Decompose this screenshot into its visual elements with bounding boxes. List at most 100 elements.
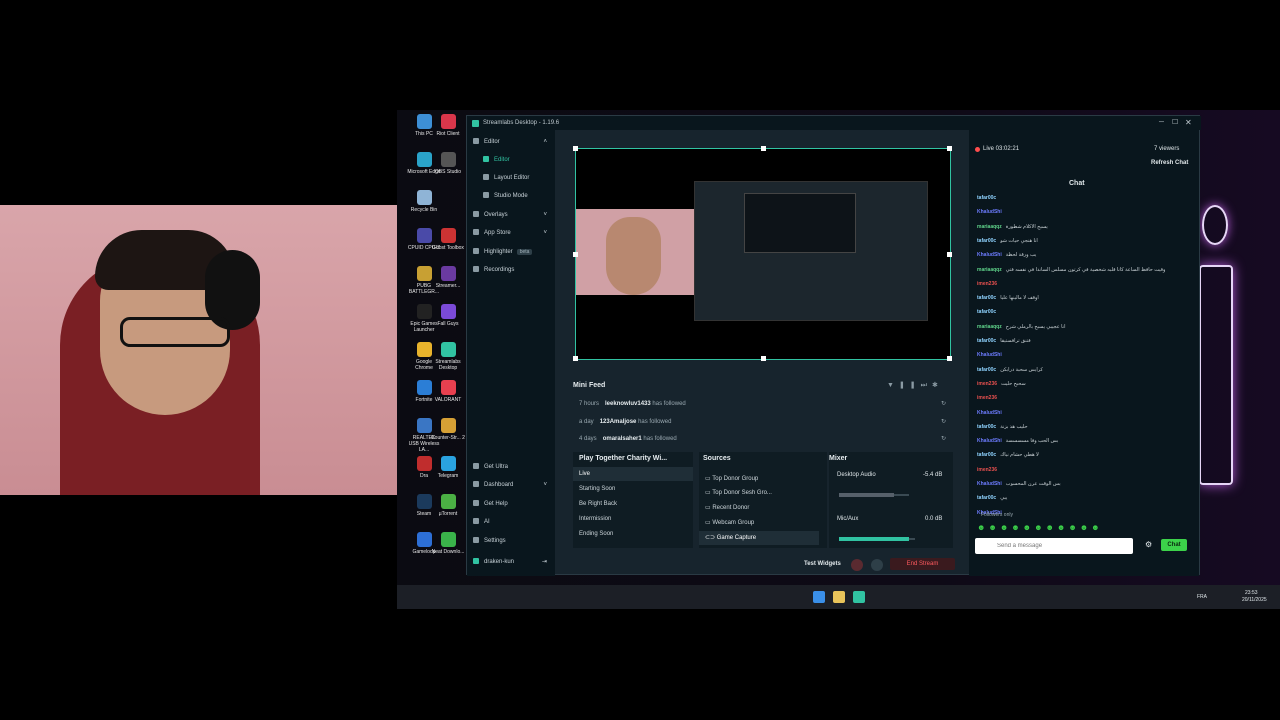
skip-icon[interactable]: ⏭ xyxy=(921,382,932,389)
scene-item[interactable]: Live xyxy=(573,467,693,481)
logout-icon[interactable]: ⇥ xyxy=(542,556,547,568)
source-item[interactable]: ▭ Recent Donor xyxy=(705,501,823,515)
desktop-shortcut[interactable]: VALORANT xyxy=(431,380,465,403)
scenes-title[interactable]: Play Together Charity Wi... xyxy=(579,455,667,462)
pause-icon[interactable]: ❚❚ xyxy=(899,382,921,389)
desktop-shortcut[interactable]: Counter-Str... 2 xyxy=(431,418,465,441)
chat-username[interactable]: tafar00c xyxy=(977,452,996,458)
chat-username[interactable]: imen236 xyxy=(977,395,997,401)
sidebar-item-layout-editor[interactable]: Layout Editor xyxy=(483,172,563,184)
source-item[interactable]: ▭ Webcam Group xyxy=(705,516,823,530)
sidebar-item-get-ultra[interactable]: Get Ultra xyxy=(473,461,553,473)
desktop-shortcut[interactable]: µTorrent xyxy=(431,494,465,517)
sidebar-item-ai[interactable]: AI xyxy=(473,516,553,528)
sidebar-item-dashboard[interactable]: Dashboard ˅ xyxy=(473,479,553,491)
resize-handle[interactable] xyxy=(573,146,578,151)
desktop-shortcut[interactable]: Ghost Toolbox xyxy=(431,228,465,251)
sidebar-item-editor[interactable]: Editor xyxy=(483,154,563,166)
refresh-chat-button[interactable]: Refresh Chat xyxy=(1151,160,1188,166)
file-explorer-icon[interactable] xyxy=(833,591,845,603)
chat-input[interactable] xyxy=(975,538,1133,554)
end-stream-button[interactable]: End Stream xyxy=(890,558,955,570)
scene-item[interactable]: Ending Soon xyxy=(573,527,693,541)
chat-username[interactable]: imen236 xyxy=(977,381,997,387)
chat-username[interactable]: mariaaqqz xyxy=(977,324,1002,330)
shortcut-label: VALORANT xyxy=(434,397,462,403)
chat-username[interactable]: mariaaqqz xyxy=(977,224,1002,230)
sidebar-item-get-help[interactable]: Get Help xyxy=(473,498,553,510)
resize-handle[interactable] xyxy=(573,252,578,257)
sidebar-item-app-store[interactable]: App Store ˅ xyxy=(473,227,553,239)
filter-icon[interactable]: ▼ xyxy=(887,382,899,389)
scene-item[interactable]: Be Right Back xyxy=(573,497,693,511)
desktop-shortcut[interactable]: Streamlabs Desktop xyxy=(431,342,465,371)
taskbar-date[interactable]: 20/11/2025 xyxy=(1242,597,1267,603)
windows-start-icon[interactable] xyxy=(813,591,825,603)
desktop-shortcut[interactable]: Streamer... xyxy=(431,266,465,289)
repeat-icon[interactable]: ↻ xyxy=(941,433,946,445)
chat-username[interactable]: tafar00c xyxy=(977,295,996,301)
chat-username[interactable]: tafar00c xyxy=(977,238,996,244)
maximize-button[interactable]: ☐ xyxy=(1172,116,1178,130)
sidebar-item-settings[interactable]: Settings xyxy=(473,535,553,547)
app-icon xyxy=(440,456,456,471)
close-button[interactable]: ✕ xyxy=(1185,116,1192,130)
replay-button[interactable] xyxy=(871,559,883,571)
sidebar-item-editor-group[interactable]: Editor ˄ xyxy=(473,136,553,148)
chat-username[interactable]: tafar00c xyxy=(977,309,996,315)
source-item[interactable]: ▭ Top Donor Group xyxy=(705,472,823,486)
stream-preview[interactable] xyxy=(573,146,952,361)
desktop-shortcut[interactable]: Neat Downlo... xyxy=(431,532,465,555)
chat-username[interactable]: KhaludShi xyxy=(977,352,1002,358)
chat-username[interactable]: mariaaqqz xyxy=(977,267,1002,273)
settings-icon[interactable]: ✱ xyxy=(932,382,943,389)
streamlabs-taskbar-icon[interactable] xyxy=(853,591,865,603)
minimize-button[interactable]: ─ xyxy=(1159,116,1164,130)
resize-handle[interactable] xyxy=(761,146,766,151)
resize-handle[interactable] xyxy=(947,146,952,151)
chat-username[interactable]: KhaludShi xyxy=(977,252,1002,258)
desktop-audio-slider[interactable] xyxy=(839,493,909,497)
chat-text: انا هنجي حيات شو xyxy=(1000,237,1038,244)
taskbar-time[interactable]: 23:53 xyxy=(1245,590,1258,596)
scene-item[interactable]: Intermission xyxy=(573,512,693,526)
chat-username[interactable]: KhaludShi xyxy=(977,209,1002,215)
test-widgets-button[interactable]: Test Widgets xyxy=(804,561,841,567)
mic-aux-slider[interactable] xyxy=(839,537,915,541)
chat-username[interactable]: tafar00c xyxy=(977,338,996,344)
chat-username[interactable]: tafar00c xyxy=(977,195,996,201)
record-button[interactable] xyxy=(851,559,863,571)
chat-username[interactable]: KhaludShi xyxy=(977,438,1002,444)
sidebar-item-highlighter[interactable]: Highlighter beta xyxy=(473,246,553,258)
repeat-icon[interactable]: ↻ xyxy=(941,398,946,410)
sidebar-item-studio-mode[interactable]: Studio Mode xyxy=(483,190,563,202)
sidebar-item-recordings[interactable]: Recordings xyxy=(473,264,553,276)
resize-handle[interactable] xyxy=(947,252,952,257)
gear-icon[interactable]: ⚙ xyxy=(1145,540,1152,549)
desktop-shortcut[interactable]: Riot Client xyxy=(431,114,465,137)
chat-message: tafar00c حليب هذ بزنة xyxy=(977,423,1028,432)
taskbar-language[interactable]: FRA xyxy=(1197,594,1207,600)
desktop-shortcut[interactable]: Recycle Bin xyxy=(407,190,441,213)
resize-handle[interactable] xyxy=(573,356,578,361)
source-item[interactable]: ▭ Top Donor Sesh Gro... xyxy=(705,486,823,500)
desktop-shortcut[interactable]: OBS Studio xyxy=(431,152,465,175)
chat-username[interactable]: tafar00c xyxy=(977,367,996,373)
chat-username[interactable]: tafar00c xyxy=(977,424,996,430)
chat-username[interactable]: KhaludShi xyxy=(977,481,1002,487)
chat-username[interactable]: imen236 xyxy=(977,467,997,473)
repeat-icon[interactable]: ↻ xyxy=(941,416,946,428)
sidebar-user[interactable]: draken-kun ⇥ xyxy=(473,556,553,568)
source-item[interactable]: ⊂⊃ Game Capture xyxy=(699,531,819,545)
resize-handle[interactable] xyxy=(947,356,952,361)
shortcut-label: Fall Guys xyxy=(437,321,459,327)
sidebar-item-overlays[interactable]: Overlays ˅ xyxy=(473,209,553,221)
chat-username[interactable]: tafar00c xyxy=(977,495,996,501)
chat-send-button[interactable]: Chat xyxy=(1161,539,1187,551)
resize-handle[interactable] xyxy=(761,356,766,361)
chat-username[interactable]: KhaludShi xyxy=(977,410,1002,416)
desktop-shortcut[interactable]: Fall Guys xyxy=(431,304,465,327)
chat-username[interactable]: imen236 xyxy=(977,281,997,287)
scene-item[interactable]: Starting Soon xyxy=(573,482,693,496)
desktop-shortcut[interactable]: Telegram xyxy=(431,456,465,479)
